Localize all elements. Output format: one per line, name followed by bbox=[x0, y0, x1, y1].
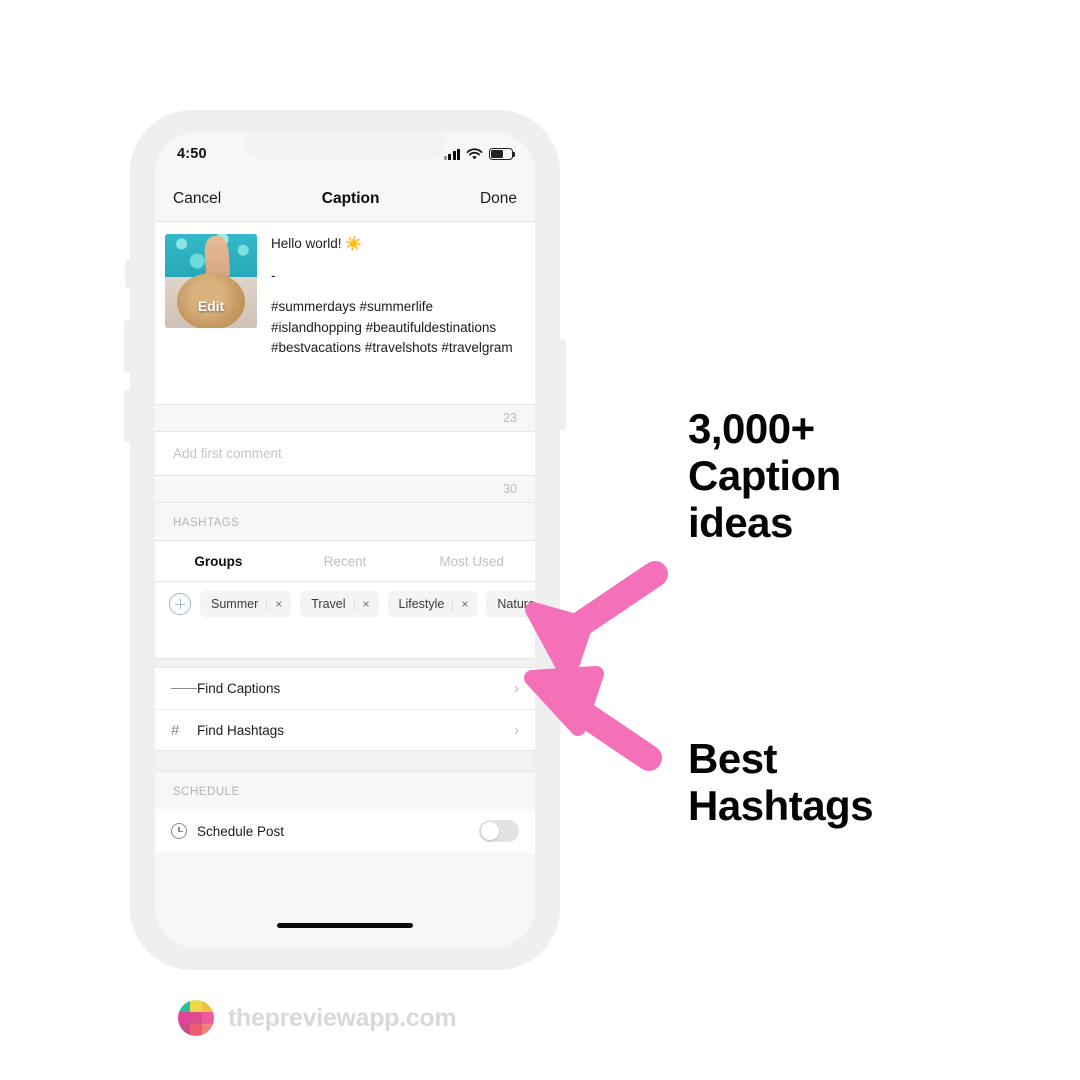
wifi-icon bbox=[466, 147, 483, 159]
chip-divider bbox=[266, 597, 268, 611]
logo-cell bbox=[190, 1012, 202, 1024]
preview-app-logo-icon bbox=[178, 1000, 214, 1036]
phone-mute-button[interactable] bbox=[125, 260, 133, 288]
list-lines-icon bbox=[171, 685, 197, 692]
logo-cell bbox=[190, 1000, 202, 1012]
thumbnail-edit-label[interactable]: Edit bbox=[165, 298, 257, 314]
phone-power-button[interactable] bbox=[557, 340, 566, 430]
status-bar: 4:50 bbox=[155, 132, 535, 176]
poster-canvas: 4:50 Cancel Caption Done Edit Hello worl… bbox=[0, 0, 1080, 1080]
headline-captions: 3,000+ Caption ideas bbox=[688, 405, 841, 546]
chip-remove-icon[interactable]: × bbox=[461, 597, 468, 611]
phone-mockup: 4:50 Cancel Caption Done Edit Hello worl… bbox=[124, 110, 566, 970]
hashtags-tabs: Groups Recent Most Used bbox=[155, 540, 535, 582]
chip-divider bbox=[353, 597, 355, 611]
schedule-section-label: SCHEDULE bbox=[173, 786, 240, 798]
hashtags-section-label: HASHTAGS bbox=[173, 517, 240, 529]
cellular-signal-icon bbox=[443, 148, 460, 160]
chip-divider bbox=[452, 597, 454, 611]
phone-screen: 4:50 Cancel Caption Done Edit Hello worl… bbox=[155, 132, 535, 948]
caption-line-1: Hello world! ☀️ bbox=[271, 236, 363, 251]
home-indicator[interactable] bbox=[277, 923, 413, 928]
logo-cell bbox=[178, 1012, 190, 1024]
headline-captions-line-3: ideas bbox=[688, 499, 793, 547]
caption-nav-bar: Cancel Caption Done bbox=[155, 176, 535, 222]
chip-label: Travel bbox=[311, 597, 346, 611]
logo-cell bbox=[178, 1024, 190, 1036]
headline-hashtags-line-1: Best bbox=[688, 735, 778, 782]
first-comment-placeholder: Add first comment bbox=[173, 446, 282, 461]
phone-notch bbox=[245, 132, 445, 160]
first-comment-input[interactable]: Add first comment bbox=[155, 432, 535, 475]
tab-groups[interactable]: Groups bbox=[155, 541, 282, 581]
row-label: Schedule Post bbox=[197, 823, 285, 839]
caption-hashtags: #summerdays #summerlife #islandhopping #… bbox=[271, 299, 513, 356]
row-label: Find Hashtags bbox=[197, 722, 285, 738]
hashtag-group-chips: Summer × Travel × Lifestyle × Nature bbox=[155, 582, 535, 626]
plus-circle-icon[interactable] bbox=[169, 593, 191, 615]
logo-cell bbox=[202, 1012, 214, 1024]
headline-captions-line-2: Caption bbox=[688, 452, 841, 500]
chip-label: Summer bbox=[211, 597, 259, 611]
row-find-captions[interactable]: Find Captions › bbox=[155, 668, 535, 709]
battery-icon bbox=[489, 148, 516, 160]
caption-line-2: - bbox=[271, 267, 276, 283]
done-button[interactable]: Done bbox=[480, 190, 517, 208]
chip-remove-icon[interactable]: × bbox=[275, 597, 282, 611]
section-divider-2 bbox=[155, 750, 535, 772]
section-divider bbox=[155, 658, 535, 668]
status-bar-clock: 4:50 bbox=[177, 146, 207, 162]
row-schedule-post[interactable]: Schedule Post bbox=[155, 809, 535, 853]
chips-spacer bbox=[155, 626, 535, 658]
screen-filler bbox=[155, 853, 535, 948]
chip-travel[interactable]: Travel × bbox=[300, 591, 379, 617]
schedule-section-header: SCHEDULE bbox=[155, 772, 535, 809]
comment-character-counter-row: 30 bbox=[155, 475, 535, 503]
headline-hashtags: Best Hashtags bbox=[688, 735, 874, 830]
phone-volume-up-button[interactable] bbox=[124, 320, 133, 372]
comment-character-counter: 30 bbox=[503, 482, 517, 496]
row-find-hashtags[interactable]: # Find Hashtags › bbox=[155, 709, 535, 750]
caption-character-counter: 23 bbox=[503, 411, 517, 425]
headline-hashtags-line-2: Hashtags bbox=[688, 782, 874, 830]
cancel-button[interactable]: Cancel bbox=[173, 190, 221, 208]
tab-recent[interactable]: Recent bbox=[282, 541, 409, 581]
status-bar-icons bbox=[443, 147, 516, 161]
hash-icon: # bbox=[171, 721, 180, 739]
chip-lifestyle[interactable]: Lifestyle × bbox=[387, 591, 478, 617]
phone-volume-down-button[interactable] bbox=[124, 390, 133, 442]
schedule-post-toggle[interactable] bbox=[479, 820, 519, 842]
logo-cell bbox=[190, 1024, 202, 1036]
caption-editor[interactable]: Edit Hello world! ☀️ - #summerdays #summ… bbox=[155, 222, 535, 404]
row-label: Find Captions bbox=[197, 681, 281, 696]
headline-captions-line-1: 3,000+ bbox=[688, 405, 815, 452]
chip-summer[interactable]: Summer × bbox=[200, 591, 292, 617]
logo-cell bbox=[202, 1000, 214, 1012]
chip-remove-icon[interactable]: × bbox=[363, 597, 370, 611]
hashtags-section-header: HASHTAGS bbox=[155, 503, 535, 540]
page-title: Caption bbox=[321, 189, 380, 207]
chip-label: Lifestyle bbox=[398, 597, 445, 611]
logo-cell bbox=[202, 1024, 214, 1036]
footer-brand-text: thepreviewapp.com bbox=[228, 1003, 457, 1032]
caption-character-counter-row: 23 bbox=[155, 404, 535, 432]
clock-icon bbox=[171, 823, 197, 839]
caption-text-block[interactable]: Hello world! ☀️ - #summerdays #summerlif… bbox=[257, 234, 525, 394]
post-thumbnail[interactable]: Edit bbox=[165, 234, 257, 328]
footer-brand: thepreviewapp.com bbox=[178, 1000, 457, 1036]
callout-arrows bbox=[516, 552, 696, 792]
logo-cell bbox=[178, 1000, 190, 1012]
